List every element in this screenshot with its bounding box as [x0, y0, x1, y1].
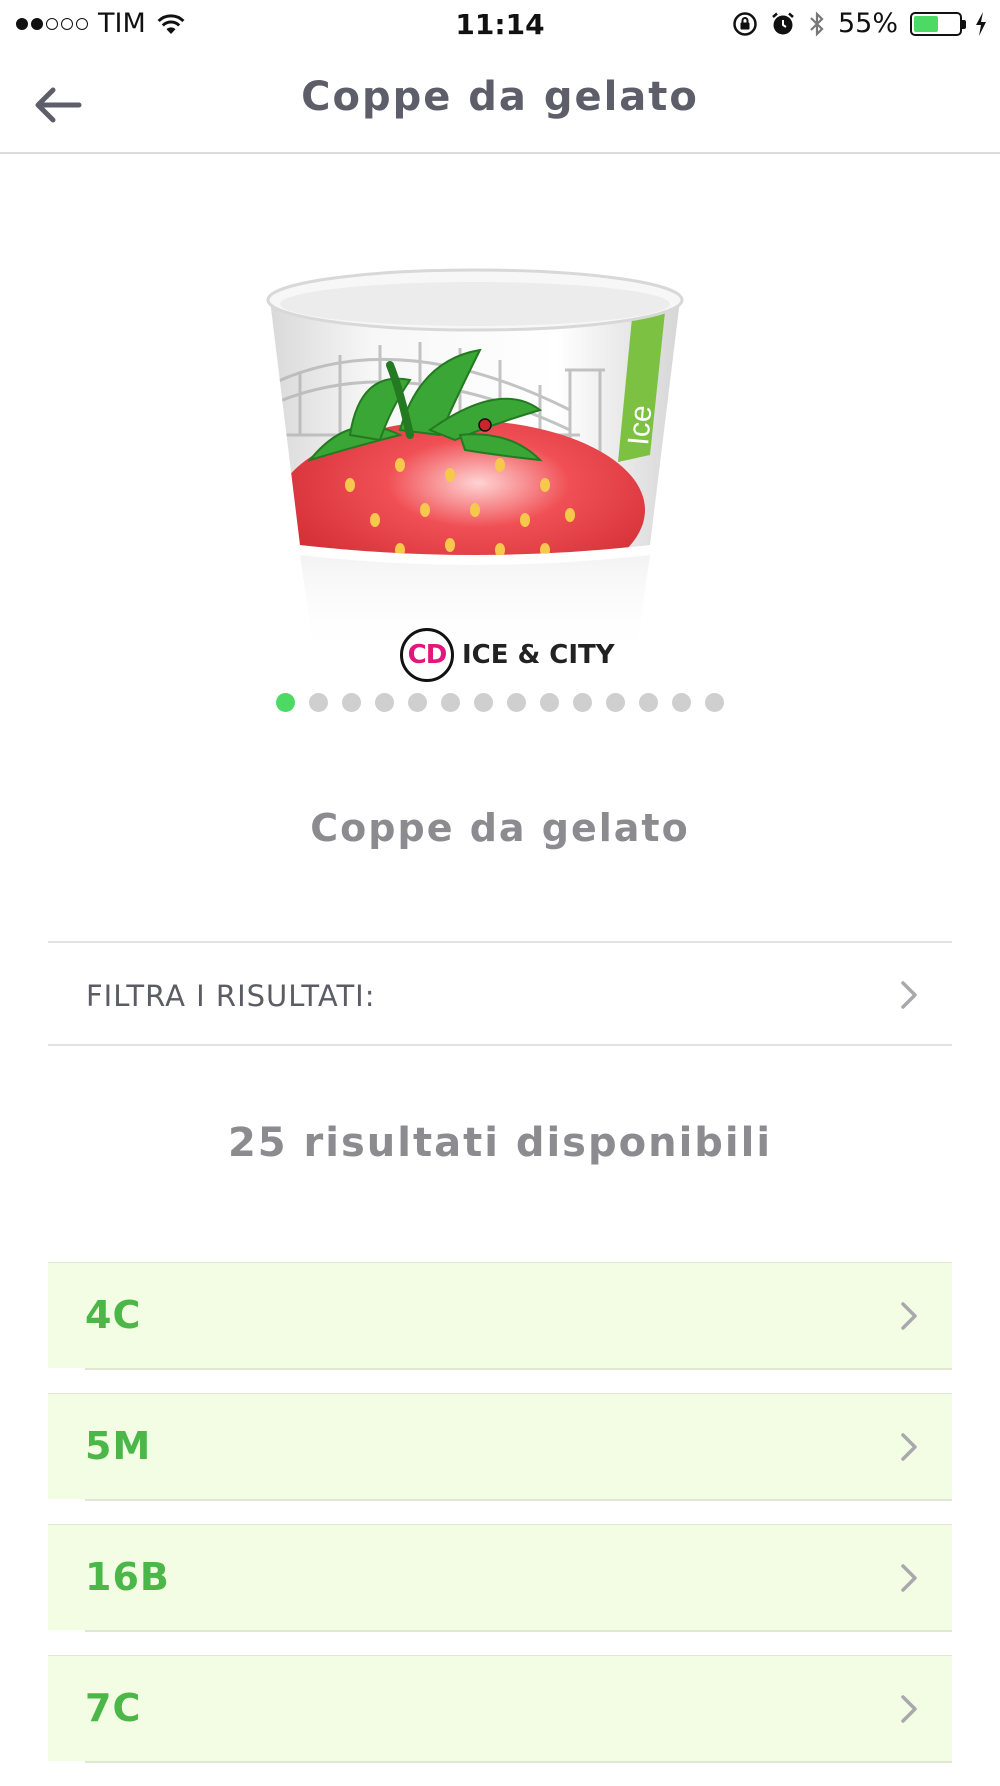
- status-right: 55%: [732, 8, 988, 39]
- list-item-label: 5M: [85, 1424, 152, 1468]
- page-title: Coppe da gelato: [301, 74, 699, 120]
- battery-icon: [910, 11, 966, 36]
- chevron-right-icon: [901, 1695, 917, 1723]
- status-bar: TIM 11:14 55%: [0, 0, 1000, 52]
- brand-name: ICE & CITY: [462, 640, 615, 670]
- filter-label: FILTRA I RISULTATI:: [86, 979, 376, 1013]
- chevron-right-icon: [901, 1302, 917, 1330]
- carousel-page-dot[interactable]: [474, 693, 493, 712]
- carousel-page-dot[interactable]: [705, 693, 724, 712]
- carousel-page-dot[interactable]: [276, 693, 295, 712]
- charging-bolt-icon: [976, 11, 986, 36]
- carousel-page-dot[interactable]: [507, 693, 526, 712]
- list-item-label: 4C: [85, 1293, 142, 1337]
- list-item[interactable]: 4C: [48, 1262, 952, 1370]
- list-item[interactable]: 5M: [48, 1393, 952, 1501]
- list-item[interactable]: 7C: [48, 1655, 952, 1763]
- carousel-page-dot[interactable]: [573, 693, 592, 712]
- alarm-icon: [772, 12, 794, 34]
- product-image-carousel[interactable]: Ice CD ICE & CITY: [240, 260, 760, 682]
- filter-results-row[interactable]: FILTRA I RISULTATI:: [48, 941, 952, 1046]
- chevron-right-icon: [901, 1564, 917, 1592]
- carousel-page-dot[interactable]: [375, 693, 394, 712]
- carousel-page-dot[interactable]: [342, 693, 361, 712]
- orientation-lock-icon: [733, 11, 757, 36]
- chevron-right-icon: [901, 981, 917, 1009]
- cup-side-label: Ice: [622, 404, 658, 447]
- results-count: 25 risultati disponibili: [227, 1120, 773, 1166]
- list-item-label: 7C: [85, 1686, 142, 1730]
- navigation-bar: Coppe da gelato: [0, 52, 1000, 154]
- carousel-page-dot[interactable]: [639, 693, 658, 712]
- carousel-page-dot[interactable]: [309, 693, 328, 712]
- bluetooth-icon: [810, 10, 824, 37]
- result-list: 4C 5M 16B 7C: [48, 1262, 952, 1786]
- brand-badge: CD: [400, 628, 454, 682]
- carousel-page-dot[interactable]: [441, 693, 460, 712]
- carousel-page-dot[interactable]: [672, 693, 691, 712]
- chevron-right-icon: [901, 1433, 917, 1461]
- list-item[interactable]: 16B: [48, 1524, 952, 1632]
- product-title: Coppe da gelato: [310, 806, 690, 850]
- carousel-page-indicator[interactable]: [0, 693, 1000, 712]
- ice-cream-cup-image: Ice: [266, 268, 684, 660]
- carousel-page-dot[interactable]: [540, 693, 559, 712]
- brand-logo: CD ICE & CITY: [400, 628, 615, 682]
- carousel-page-dot[interactable]: [606, 693, 625, 712]
- list-item-label: 16B: [85, 1555, 170, 1599]
- carousel-page-dot[interactable]: [408, 693, 427, 712]
- battery-percent: 55%: [837, 8, 898, 39]
